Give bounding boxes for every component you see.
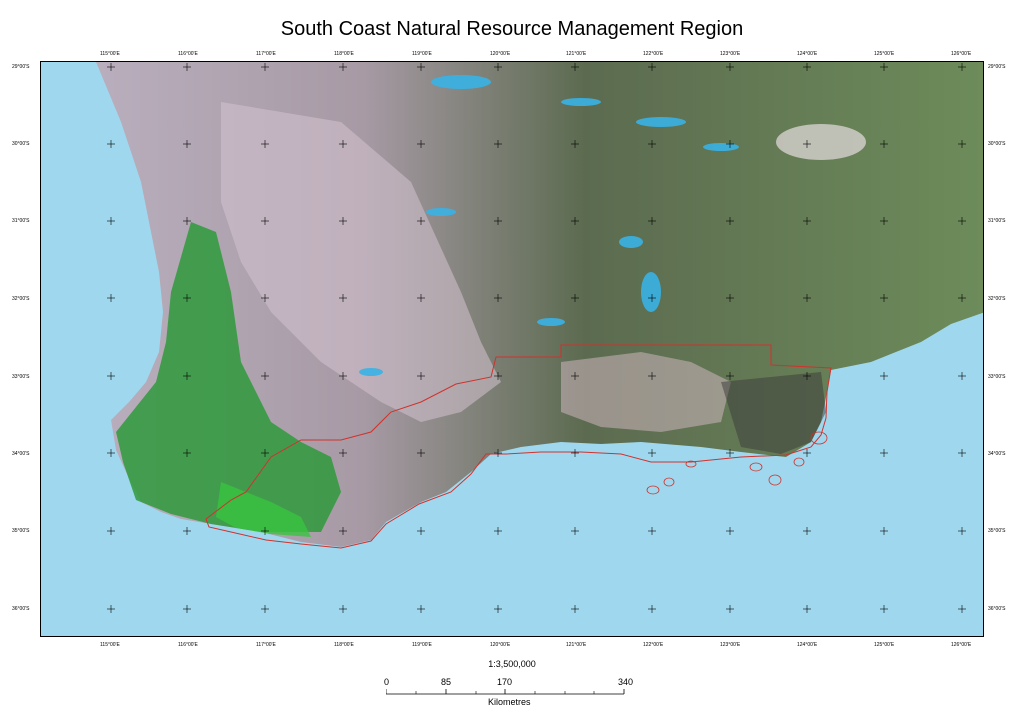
map-title: South Coast Natural Resource Management … bbox=[280, 18, 744, 40]
scale-label-170: 170 bbox=[497, 677, 513, 687]
lat-label-right: 31°00'S bbox=[988, 218, 1006, 224]
lon-label-top: 123°00'E bbox=[720, 51, 741, 57]
lon-label-bottom: 119°00'E bbox=[412, 642, 432, 648]
lon-label-bottom: 121°00'E bbox=[566, 642, 587, 648]
lon-label-bottom: 123°00'E bbox=[720, 642, 741, 648]
lon-label-bottom: 125°00'E bbox=[874, 642, 895, 648]
pink-salt-lake bbox=[776, 124, 866, 160]
map-frame[interactable]: 115°00'E bbox=[40, 61, 984, 637]
lon-label-bottom: 120°00'E bbox=[490, 642, 511, 648]
lat-label-left: 36°00'S bbox=[12, 606, 30, 612]
lon-label-bottom: 115°00'E bbox=[100, 642, 120, 648]
lat-label-right: 32°00'S bbox=[988, 296, 1006, 302]
lon-label-top: 118°00'E bbox=[334, 51, 354, 57]
lon-label-bottom: 116°00'E bbox=[178, 642, 198, 648]
scale-unit: Kilometres bbox=[488, 697, 531, 707]
lon-label-top: 124°00'E bbox=[797, 51, 818, 57]
scale-label-85: 85 bbox=[441, 677, 452, 687]
lat-label-right: 35°00'S bbox=[988, 528, 1006, 534]
scale-label-340: 340 bbox=[618, 677, 634, 687]
lon-label-top: 117°00'E bbox=[256, 51, 276, 57]
lon-label-top: 115°00'E bbox=[100, 51, 120, 57]
lon-label-top: 119°00'E bbox=[412, 51, 432, 57]
lat-label-left: 34°00'S bbox=[12, 451, 30, 457]
lat-label-left: 30°00'S bbox=[12, 141, 30, 147]
lon-label-top: 121°00'E bbox=[566, 51, 587, 57]
lon-label-bottom: 117°00'E bbox=[256, 642, 276, 648]
lon-label-top: 120°00'E bbox=[490, 51, 511, 57]
lat-label-left: 29°00'S bbox=[12, 64, 30, 70]
lon-label-top: 116°00'E bbox=[178, 51, 198, 57]
lon-label-top: 126°00'E bbox=[951, 51, 972, 57]
lon-label-top: 122°00'E bbox=[643, 51, 664, 57]
lat-label-left: 33°00'S bbox=[12, 374, 30, 380]
lon-label-bottom: 118°00'E bbox=[334, 642, 354, 648]
scale-label-0: 0 bbox=[384, 677, 390, 687]
lat-label-left: 31°00'S bbox=[12, 218, 30, 224]
lat-label-right: 30°00'S bbox=[988, 141, 1006, 147]
lon-label-top: 125°00'E bbox=[874, 51, 895, 57]
lat-label-left: 35°00'S bbox=[12, 528, 30, 534]
lat-label-right: 29°00'S bbox=[988, 64, 1006, 70]
scale-ratio: 1:3,500,000 bbox=[488, 659, 536, 669]
lat-label-right: 33°00'S bbox=[988, 374, 1006, 380]
lat-label-left: 32°00'S bbox=[12, 296, 30, 302]
lon-label-bottom: 124°00'E bbox=[797, 642, 818, 648]
lat-label-right: 34°00'S bbox=[988, 451, 1006, 457]
lon-label-bottom: 122°00'E bbox=[643, 642, 664, 648]
lat-label-right: 36°00'S bbox=[988, 606, 1006, 612]
lon-label-bottom: 126°00'E bbox=[951, 642, 972, 648]
map-canvas bbox=[41, 62, 983, 636]
